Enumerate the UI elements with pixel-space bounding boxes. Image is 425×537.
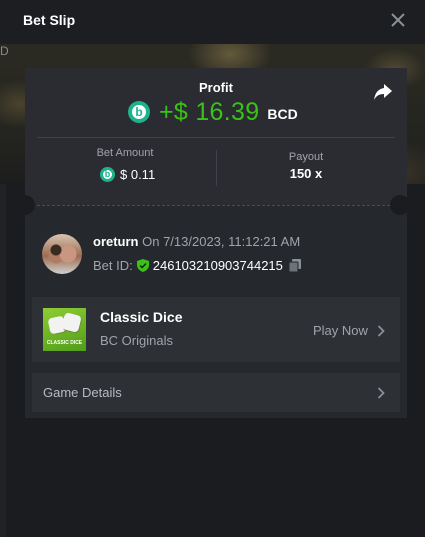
bet-id-line: Bet ID: 246103210903744215: [93, 258, 301, 273]
background-panel-edge: [0, 184, 6, 537]
profit-panel: Profit +$ 16.39 BCD Bet Amount $ 0.11 Pa…: [25, 68, 407, 205]
dialog-title: Bet Slip: [23, 12, 76, 28]
bet-slip-card: Profit +$ 16.39 BCD Bet Amount $ 0.11 Pa…: [15, 68, 410, 418]
profit-row: +$ 16.39 BCD: [128, 97, 298, 127]
game-name: Classic Dice: [100, 309, 183, 325]
bet-user-line: oreturn On 7/13/2023, 11:12:21 AM: [93, 234, 300, 249]
classic-dice-thumbnail: CLASSIC DICE: [43, 308, 86, 351]
thumbnail-label: CLASSIC DICE: [46, 340, 83, 346]
verified-shield-icon: [136, 259, 149, 272]
chevron-right-icon: [377, 325, 385, 337]
copy-icon[interactable]: [288, 259, 301, 272]
divider: [216, 150, 217, 186]
profit-currency: BCD: [267, 105, 298, 122]
payout-label: Payout: [288, 151, 324, 163]
bcd-coin-icon: [100, 167, 115, 182]
game-link-row[interactable]: CLASSIC DICE Classic Dice BC Originals P…: [32, 297, 400, 362]
bet-amount-value: $ 0.11: [120, 167, 156, 182]
bet-id-value: 246103210903744215: [152, 258, 283, 273]
ticket-notch-left: [15, 195, 35, 215]
game-details-label: Game Details: [43, 385, 122, 400]
bcd-coin-icon: [128, 101, 150, 123]
share-icon[interactable]: [372, 82, 394, 102]
game-provider: BC Originals: [100, 333, 173, 348]
dashed-divider: [37, 205, 395, 206]
profit-label: Profit: [199, 80, 233, 95]
play-now-link[interactable]: Play Now: [313, 323, 368, 338]
chevron-right-icon: [377, 387, 385, 399]
game-details-row[interactable]: Game Details: [32, 373, 400, 412]
bet-id-label: Bet ID:: [93, 258, 133, 273]
ticket-notch-right: [390, 195, 410, 215]
divider: [37, 137, 395, 138]
bet-amount: $ 0.11: [100, 167, 155, 182]
close-icon[interactable]: [388, 10, 408, 30]
payout-value: 150 x: [289, 166, 323, 181]
username[interactable]: oreturn: [93, 234, 139, 249]
bet-amount-label: Bet Amount: [96, 147, 154, 159]
bet-slip-header: Bet Slip: [0, 0, 425, 44]
background-letter: D: [0, 44, 9, 58]
profit-value: +$ 16.39: [159, 97, 260, 126]
bet-date: On 7/13/2023, 11:12:21 AM: [138, 234, 301, 249]
avatar[interactable]: [42, 234, 82, 274]
